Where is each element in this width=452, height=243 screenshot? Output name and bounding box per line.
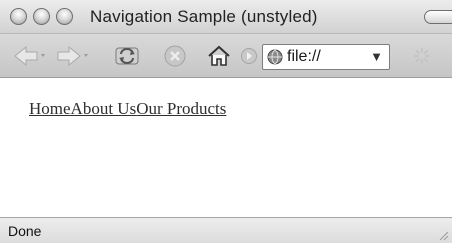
window-title: Navigation Sample (unstyled) [90,7,318,26]
home-icon [208,45,230,66]
resize-grip-icon[interactable] [437,229,449,241]
stop-icon [164,45,186,67]
zoom-window-button[interactable] [56,8,73,25]
throbber-icon [414,48,430,64]
minimize-window-button[interactable] [33,8,50,25]
history-dropdown-arrow[interactable]: ▼ [370,49,383,64]
reload-icon [115,47,139,65]
status-bar: Done [0,217,452,243]
status-text: Done [8,223,42,239]
close-window-button[interactable] [10,8,27,25]
nav-link-our-products[interactable]: Our Products [136,99,226,118]
globe-icon [267,49,283,65]
address-bar[interactable]: file:// ▼ [262,44,390,70]
nav-link-about-us[interactable]: About Us [71,99,137,118]
back-button[interactable] [12,34,48,78]
back-arrow-icon [14,45,45,67]
reload-button[interactable] [112,34,142,78]
page-content: HomeAbout UsOur Products [0,79,452,217]
stop-button[interactable] [160,34,190,78]
address-text: file:// [287,48,321,65]
forward-arrow-icon [57,45,88,67]
site-navigation: HomeAbout UsOur Products [29,99,226,119]
nav-link-home[interactable]: Home [29,99,71,118]
browser-window: Navigation Sample (unstyled) file:// ▼ H… [0,0,452,243]
go-button[interactable] [238,34,260,78]
title-bar: Navigation Sample (unstyled) [0,0,452,34]
navigation-toolbar: file:// ▼ [0,34,452,78]
go-icon [241,48,257,64]
toolbar-toggle-button[interactable] [424,10,452,24]
home-button[interactable] [204,34,234,78]
forward-button[interactable] [55,34,91,78]
